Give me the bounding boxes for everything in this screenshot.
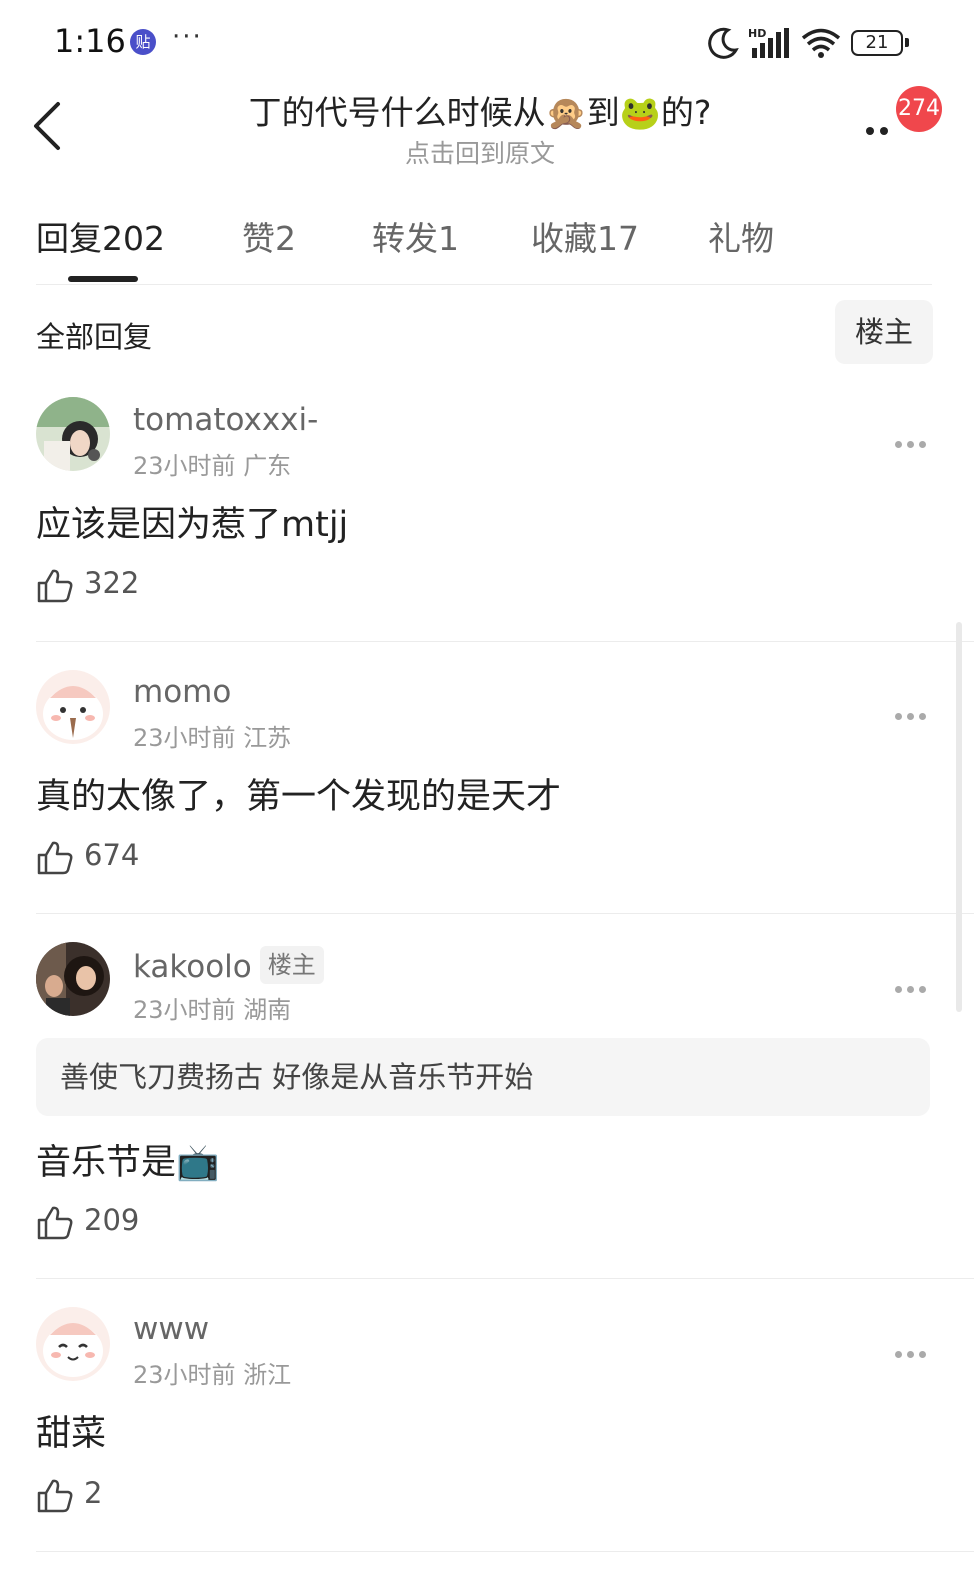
like-count: 322 — [84, 566, 140, 600]
comment-more-icon[interactable] — [895, 433, 931, 452]
avatar[interactable] — [36, 670, 110, 744]
thumbs-up-icon — [37, 1479, 73, 1513]
status-bar: 1:16 贴 ··· HD 21 — [0, 0, 974, 86]
section-title: 全部回复 — [36, 320, 153, 354]
thumbs-up-icon — [37, 569, 73, 603]
thumbs-up-icon — [37, 1206, 73, 1240]
back-arrow-icon[interactable] — [30, 100, 66, 152]
thumbs-up-icon — [37, 841, 73, 875]
avatar[interactable] — [36, 942, 110, 1016]
tab-replies[interactable]: 回复202 — [36, 212, 165, 260]
back-to-post-link[interactable]: 点击回到原文 — [180, 134, 780, 170]
comment-content: 甜菜 — [36, 1414, 107, 1454]
more-options-icon[interactable] — [866, 120, 894, 139]
status-time: 1:16 — [54, 22, 126, 60]
divider — [36, 1278, 974, 1279]
avatar[interactable] — [36, 397, 110, 471]
like-button[interactable]: 674 — [36, 838, 236, 878]
moon-icon — [708, 27, 739, 59]
avatar[interactable] — [36, 1307, 110, 1381]
hd-signal-icon: HD — [748, 27, 789, 58]
tab-bar: 回复202 赞2 转发1 收藏17 礼物 — [36, 212, 936, 258]
comment-more-icon[interactable] — [895, 1343, 931, 1362]
active-tab-indicator — [68, 276, 138, 282]
scrollbar[interactable] — [956, 622, 962, 1012]
tab-reposts[interactable]: 转发1 — [372, 212, 459, 260]
tab-favorites[interactable]: 收藏17 — [531, 212, 639, 260]
like-button[interactable]: 209 — [36, 1203, 236, 1243]
username[interactable]: www — [133, 1311, 209, 1347]
wifi-icon — [801, 28, 841, 58]
battery-icon: 21 — [851, 30, 909, 56]
divider — [36, 1551, 974, 1552]
comment-content: 真的太像了，第一个发现的是天才 — [36, 777, 562, 817]
username[interactable]: tomatoxxxi- — [133, 402, 318, 438]
op-only-filter-button[interactable]: 楼主 — [835, 300, 933, 364]
tab-likes[interactable]: 赞2 — [242, 212, 296, 260]
username[interactable]: kakoolo 楼主 — [133, 946, 324, 985]
divider — [36, 913, 974, 914]
like-count: 209 — [84, 1203, 140, 1237]
comment-more-icon[interactable] — [895, 705, 931, 724]
notification-badge[interactable]: 274 — [896, 86, 942, 132]
comment-meta: 23小时前 江苏 — [133, 724, 292, 752]
svg-text:HD: HD — [748, 27, 766, 40]
comment-meta: 23小时前 广东 — [133, 452, 292, 480]
comment-more-icon[interactable] — [895, 978, 931, 997]
comment-content: 音乐节是📺 — [36, 1143, 220, 1183]
app-notification-icon: 贴 — [130, 29, 156, 55]
like-button[interactable]: 322 — [36, 566, 236, 606]
quoted-reply[interactable]: 善使飞刀费扬古 好像是从音乐节开始 — [36, 1038, 930, 1116]
divider — [36, 641, 974, 642]
username[interactable]: momo — [133, 674, 231, 710]
like-count: 674 — [84, 838, 140, 872]
status-more-icon: ··· — [172, 22, 203, 52]
post-title[interactable]: 丁的代号什么时候从🙊到🐸的? — [180, 86, 780, 134]
like-count: 2 — [84, 1476, 103, 1510]
comment-content: 应该是因为惹了mtjj — [36, 505, 349, 545]
op-badge: 楼主 — [259, 946, 324, 984]
comment-meta: 23小时前 浙江 — [133, 1361, 292, 1389]
divider — [36, 284, 932, 285]
tab-gifts[interactable]: 礼物 — [708, 212, 774, 260]
like-button[interactable]: 2 — [36, 1476, 236, 1516]
comment-meta: 23小时前 湖南 — [133, 996, 292, 1024]
